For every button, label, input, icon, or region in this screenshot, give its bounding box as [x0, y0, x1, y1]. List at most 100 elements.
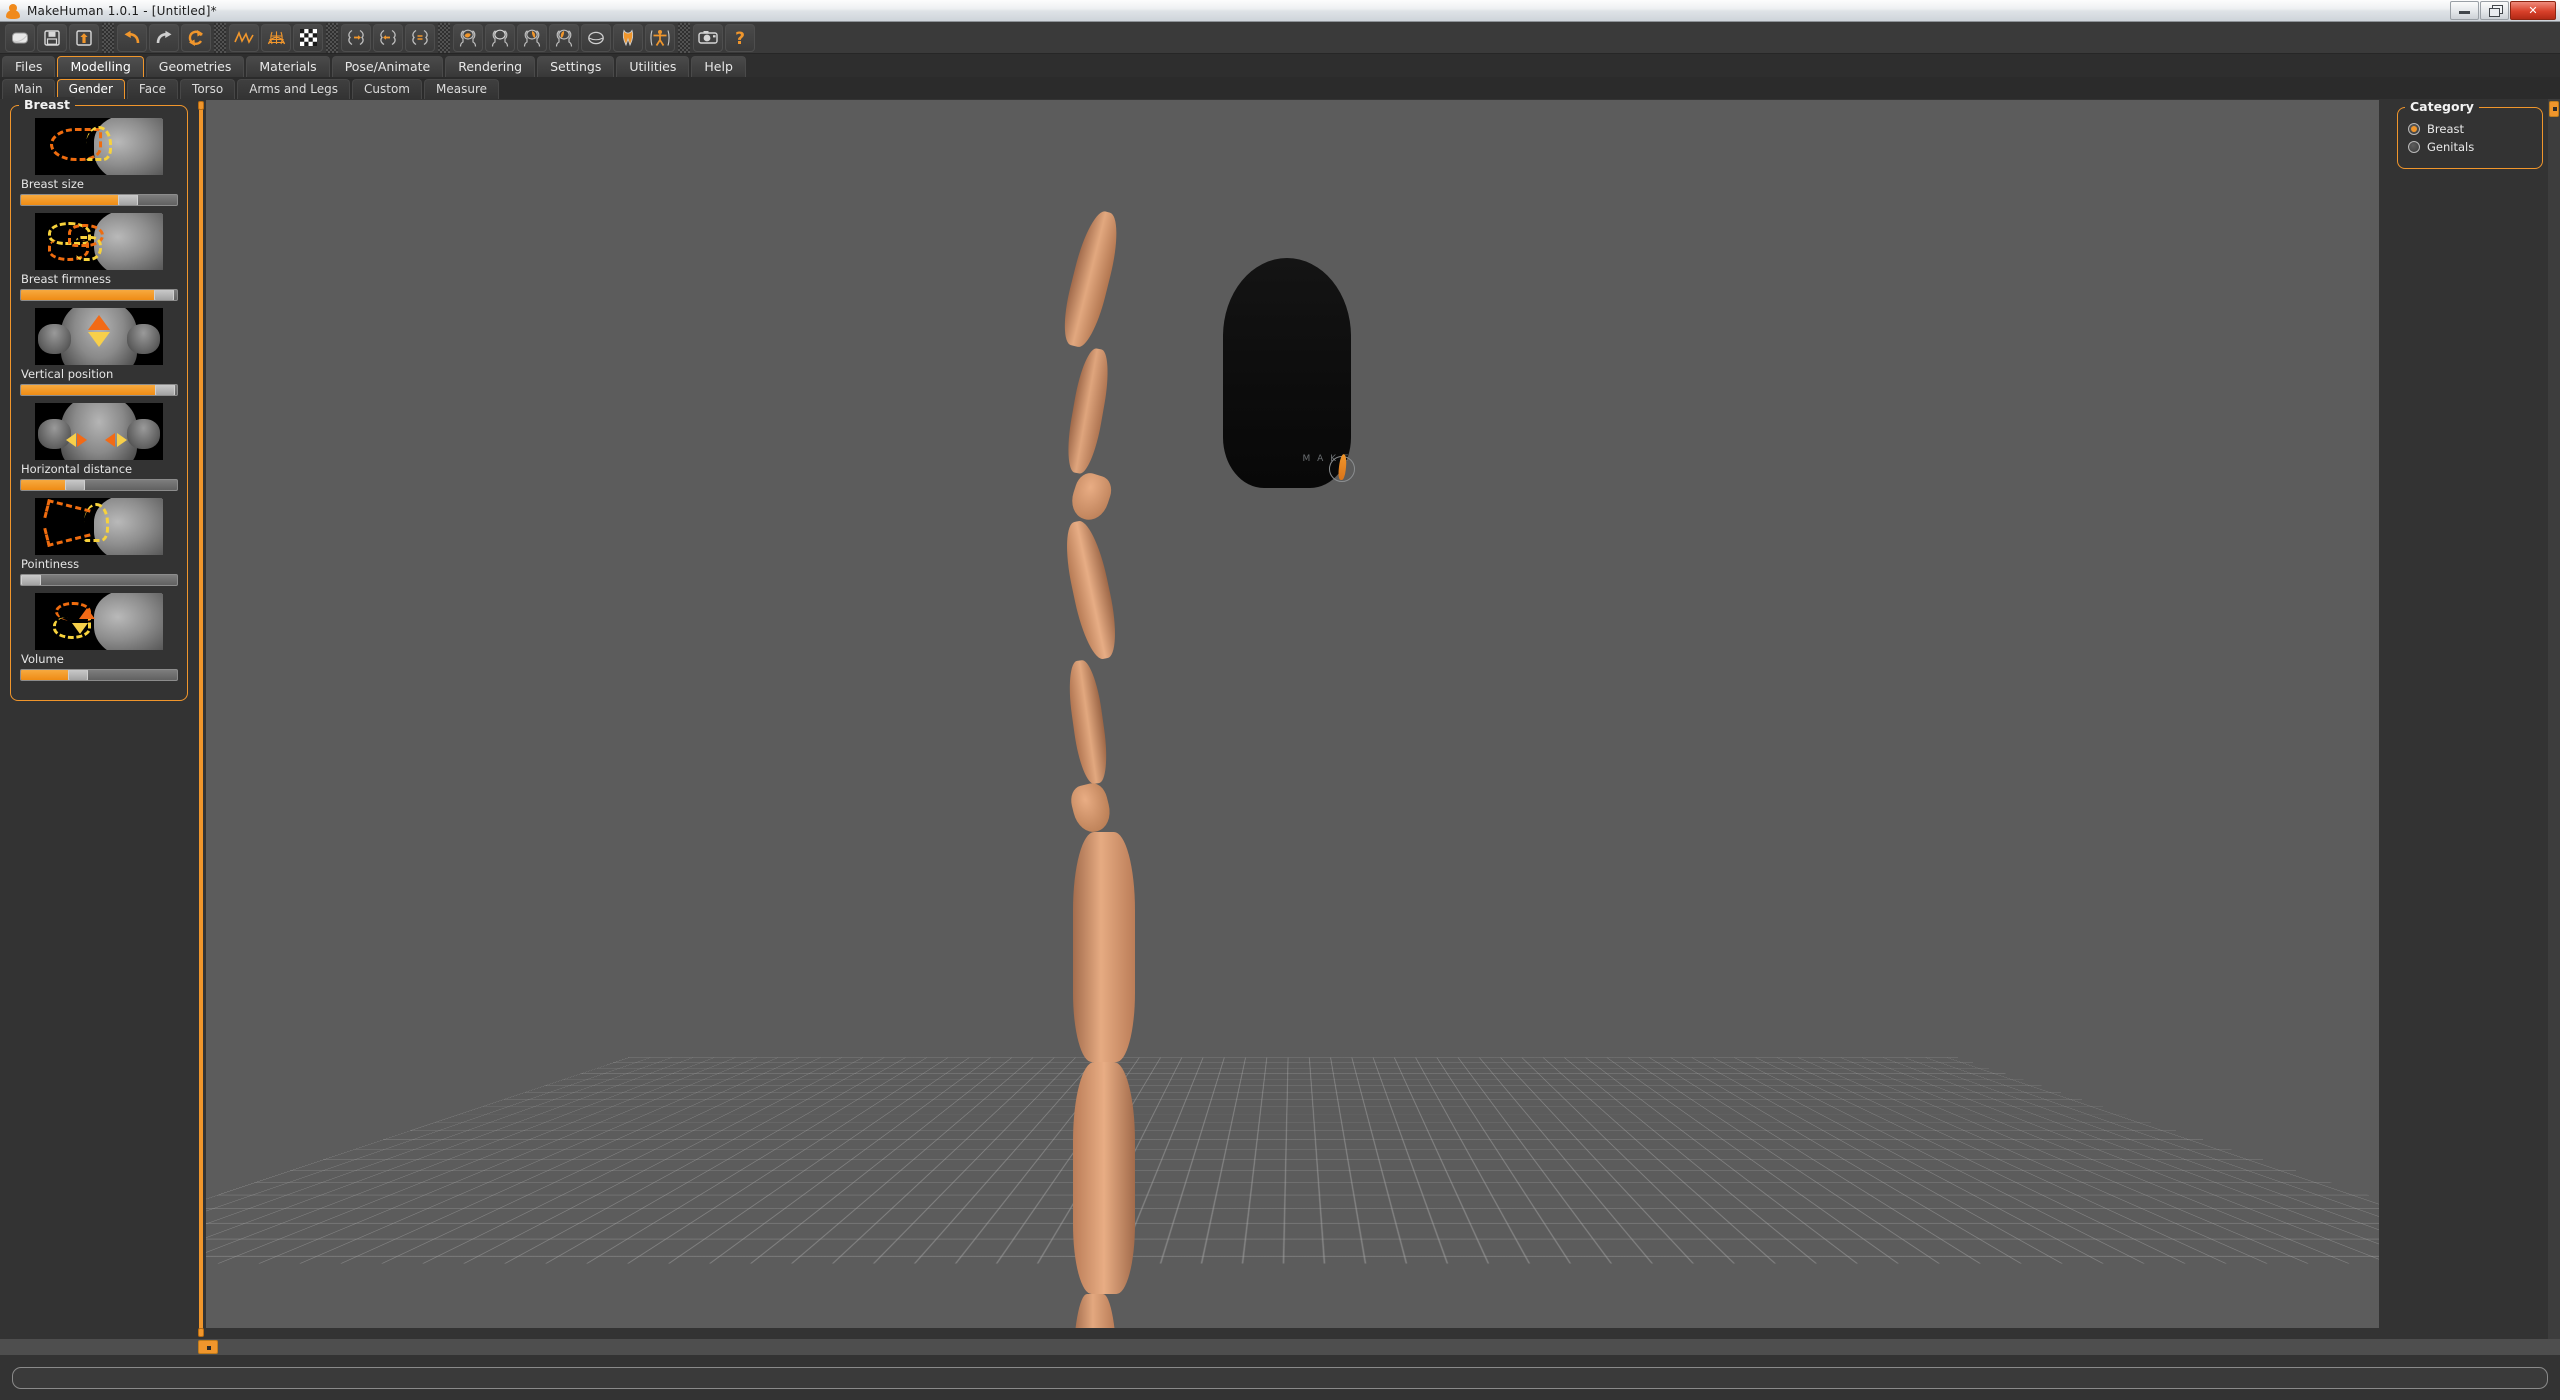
slider-breast-firmness: Breast firmness: [19, 213, 179, 301]
slider-handle[interactable]: [67, 670, 88, 680]
slider-label-volume: Volume: [21, 652, 64, 666]
model-forearm-left: [1061, 346, 1114, 476]
help-icon[interactable]: ?: [725, 23, 755, 52]
load-icon[interactable]: [69, 23, 99, 52]
symmetry-icon[interactable]: [405, 23, 435, 52]
smooth-icon[interactable]: [229, 23, 259, 52]
status-text-field[interactable]: [12, 1366, 2548, 1389]
slider-handle[interactable]: [21, 575, 41, 585]
radio-selected-icon: [2408, 123, 2420, 135]
subtab-gender[interactable]: Gender: [56, 79, 125, 99]
slider-track-breast-firmness[interactable]: [20, 289, 178, 301]
slider-fill: [21, 290, 154, 300]
reset-view-icon[interactable]: [645, 23, 675, 52]
subdivide-icon[interactable]: [293, 23, 323, 52]
slider-volume: Volume: [19, 593, 179, 681]
model-hand-right: [1067, 780, 1114, 836]
wireframe-icon[interactable]: [261, 23, 291, 52]
slider-fill: [21, 480, 65, 490]
new-file-icon[interactable]: [5, 23, 35, 52]
toolbar-group-mesh: [228, 23, 324, 52]
workspace: Breast Breast size Breast firmness Verti…: [0, 97, 2560, 1339]
main-toolbar: ?: [0, 22, 2560, 54]
slider-handle[interactable]: [117, 195, 138, 205]
subtab-main[interactable]: Main: [2, 79, 55, 99]
subtab-custom[interactable]: Custom: [352, 79, 422, 99]
main-tab-bar: Files Modelling Geometries Materials Pos…: [0, 54, 2560, 77]
grab-screen-icon[interactable]: [693, 23, 723, 52]
tab-files[interactable]: Files: [2, 56, 56, 77]
slider-track-horizontal-distance[interactable]: [20, 479, 178, 491]
sub-tab-bar: Main Gender Face Torso Arms and Legs Cus…: [0, 77, 2560, 99]
model-arm-left: [1056, 207, 1125, 351]
svg-text:?: ?: [735, 29, 745, 47]
radio-breast[interactable]: Breast: [2408, 122, 2534, 136]
radio-unselected-icon: [2408, 141, 2420, 153]
close-button[interactable]: ✕: [2510, 0, 2556, 20]
slider-label-breast-size: Breast size: [21, 177, 84, 191]
redo-icon[interactable]: [149, 23, 179, 52]
minimize-button[interactable]: [2450, 0, 2479, 20]
bottom-view-icon[interactable]: [613, 23, 643, 52]
right-scrollbar-thumb[interactable]: [2549, 101, 2559, 117]
subtab-arms-and-legs[interactable]: Arms and Legs: [237, 79, 351, 99]
right-splitter[interactable]: [2379, 99, 2387, 1339]
tab-help[interactable]: Help: [691, 56, 746, 77]
bottom-splitter[interactable]: [0, 1339, 2560, 1355]
splitter-knob-top[interactable]: [198, 101, 204, 110]
tab-rendering[interactable]: Rendering: [445, 56, 536, 77]
slider-track-volume[interactable]: [20, 669, 178, 681]
splitter-bar: [199, 108, 203, 1330]
restore-button[interactable]: [2480, 0, 2509, 20]
toolbar-separator: [326, 22, 338, 53]
tab-materials[interactable]: Materials: [246, 56, 330, 77]
left-splitter[interactable]: [196, 99, 206, 1339]
slider-label-pointiness: Pointiness: [21, 557, 80, 571]
radio-genitals[interactable]: Genitals: [2408, 140, 2534, 154]
slider-track-vertical-position[interactable]: [20, 384, 178, 396]
slider-fill: [21, 670, 68, 680]
slider-handle[interactable]: [155, 385, 176, 395]
right-view-icon[interactable]: [549, 23, 579, 52]
slider-track-breast-size[interactable]: [20, 194, 178, 206]
subtab-measure[interactable]: Measure: [424, 79, 499, 99]
right-scrollbar[interactable]: [2548, 99, 2560, 1339]
tab-pose-animate[interactable]: Pose/Animate: [331, 56, 444, 77]
undo-icon[interactable]: [117, 23, 147, 52]
3d-viewport[interactable]: M A K E: [206, 100, 2379, 1328]
model-hand-left: [1066, 469, 1115, 525]
top-view-icon[interactable]: [581, 23, 611, 52]
slider-pointiness: Pointiness: [19, 498, 179, 586]
symmetry-right-icon[interactable]: [341, 23, 371, 52]
volume-thumb-icon: [35, 593, 163, 650]
model-arm-right: [1058, 517, 1123, 663]
slider-vertical-position: Vertical position: [19, 308, 179, 396]
subtab-torso[interactable]: Torso: [180, 79, 236, 99]
front-view-icon[interactable]: [453, 23, 483, 52]
human-model[interactable]: M A K E: [1056, 207, 1513, 1328]
reset-mesh-icon[interactable]: [181, 23, 211, 52]
slider-track-pointiness[interactable]: [20, 574, 178, 586]
toolbar-separator: [678, 22, 690, 53]
window-title: MakeHuman 1.0.1 - [Untitled]*: [27, 3, 217, 18]
tab-geometries[interactable]: Geometries: [145, 56, 245, 77]
splitter-knob-bottom[interactable]: [198, 1328, 204, 1337]
back-view-icon[interactable]: [485, 23, 515, 52]
tab-modelling[interactable]: Modelling: [57, 56, 144, 77]
toolbar-group-file: [4, 23, 100, 52]
bottom-splitter-handle[interactable]: [198, 1340, 218, 1354]
left-view-icon[interactable]: [517, 23, 547, 52]
right-settings-panel: Category Breast Genitals: [2387, 99, 2560, 1339]
subtab-face[interactable]: Face: [126, 79, 179, 99]
slider-handle[interactable]: [64, 480, 85, 490]
toolbar-group-symmetry: [340, 23, 436, 52]
save-icon[interactable]: [37, 23, 67, 52]
symmetry-left-icon[interactable]: [373, 23, 403, 52]
slider-label-breast-firmness: Breast firmness: [21, 272, 111, 286]
tab-utilities[interactable]: Utilities: [616, 56, 690, 77]
radio-label-genitals: Genitals: [2427, 140, 2475, 154]
slider-handle[interactable]: [153, 290, 174, 300]
toolbar-group-edit: [116, 23, 212, 52]
tab-settings[interactable]: Settings: [537, 56, 615, 77]
category-group-title: Category: [2405, 99, 2479, 114]
